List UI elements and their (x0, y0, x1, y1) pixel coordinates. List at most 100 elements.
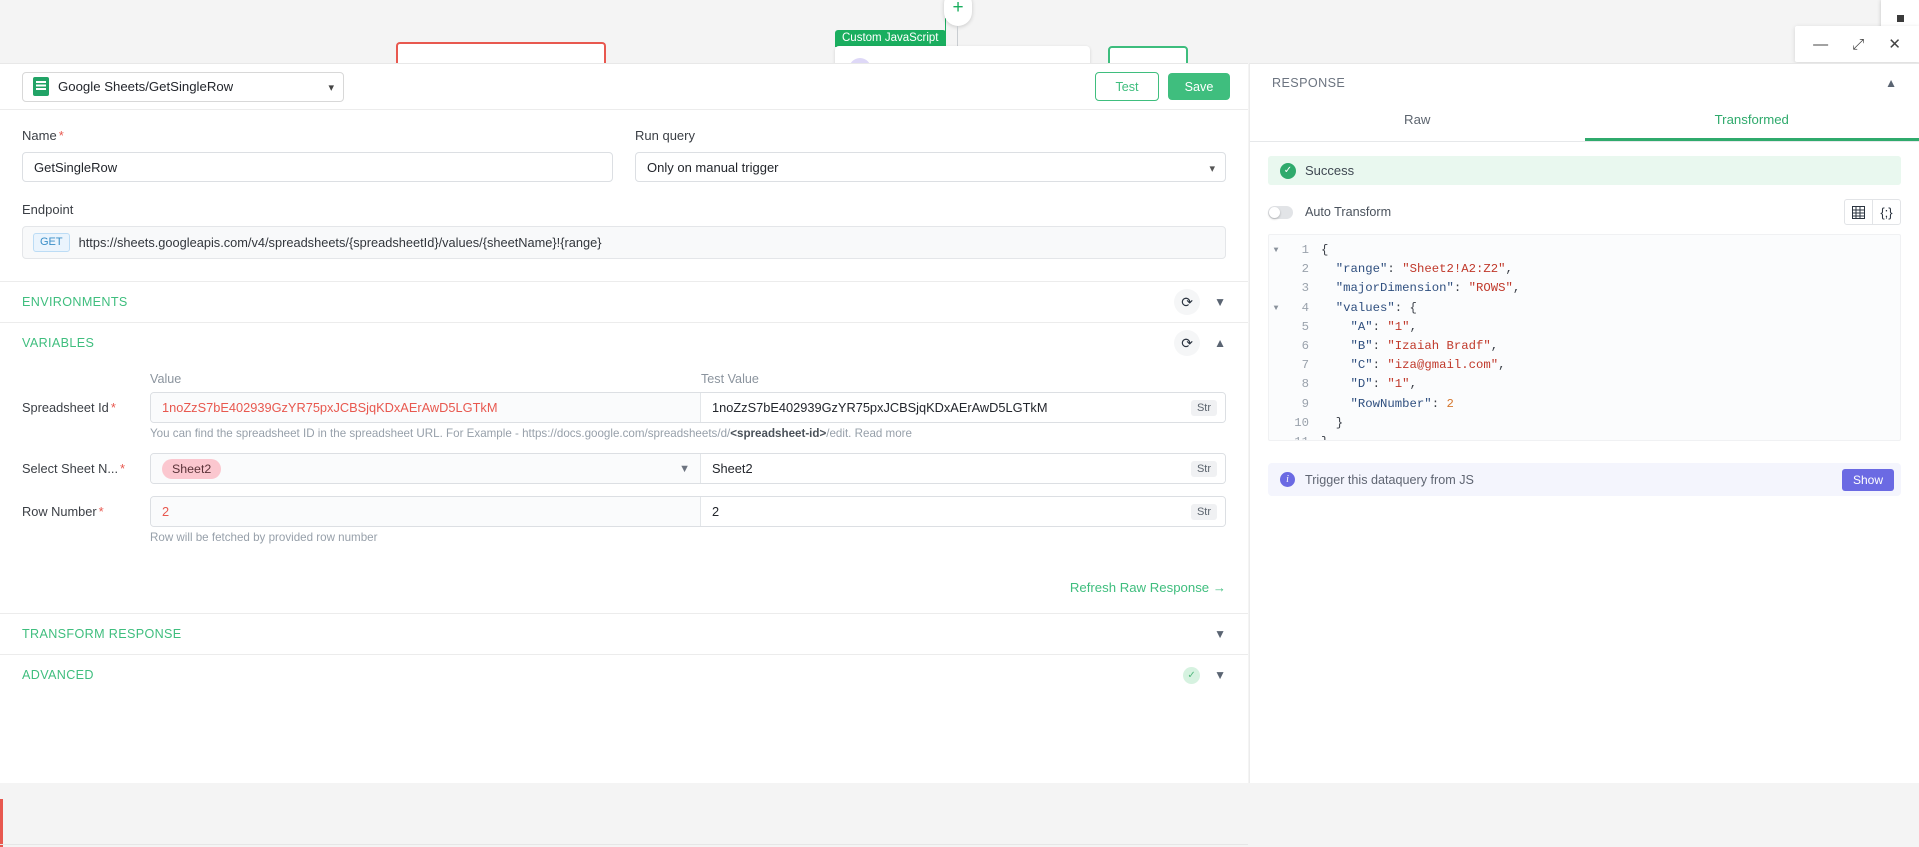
section-variables-icons: ⟳ ▲ (1174, 330, 1226, 356)
variable-label: Spreadsheet Id* (22, 400, 150, 415)
chevron-up-icon[interactable]: ▲ (1214, 337, 1226, 349)
endpoint-bar[interactable]: GET https://sheets.googleapis.com/v4/spr… (22, 226, 1226, 259)
name-input[interactable] (22, 152, 613, 182)
variable-test-value-text: 2 (712, 504, 719, 519)
variables-header-row: Value Test Value (22, 363, 1226, 392)
response-status-bar: ✓ Success (1268, 156, 1901, 185)
status-badge: Success (1305, 163, 1354, 178)
variable-row-spreadsheet-id: Spreadsheet Id* 1noZzS7bE402939GzYR75pxJ… (22, 392, 1226, 423)
fold-toggle-icon[interactable]: ▼ (1269, 299, 1283, 318)
error-indicator-strip (0, 799, 3, 847)
code-line: 7 "C": "iza@gmail.com", (1269, 356, 1900, 375)
run-query-select[interactable] (635, 152, 1226, 182)
json-view-icon[interactable]: {;} (1872, 200, 1900, 224)
test-button[interactable]: Test (1095, 72, 1159, 101)
variable-test-value-input[interactable]: Sheet2 Str (701, 454, 1225, 483)
datasource-select[interactable]: Google Sheets/GetSingleRow ▾ (22, 72, 344, 102)
line-number: 5 (1283, 318, 1321, 337)
variable-value-text: 2 (162, 504, 169, 519)
variable-value-text: 1noZzS7bE402939GzYR75pxJCBSjqKDxAErAwD5L… (162, 400, 497, 415)
response-panel: RESPONSE ▲ Raw Transformed ✓ Success Aut… (1249, 63, 1919, 783)
fold-toggle-icon[interactable]: ▼ (1269, 241, 1283, 260)
section-environments-title: ENVIRONMENTS (22, 295, 128, 309)
response-header[interactable]: RESPONSE ▲ (1250, 64, 1919, 102)
tab-raw[interactable]: Raw (1250, 102, 1585, 141)
chevron-down-icon: ▾ (328, 81, 334, 94)
code-text: "RowNumber": 2 (1321, 395, 1454, 414)
response-title: RESPONSE (1272, 76, 1345, 90)
refresh-raw-response-link[interactable]: Refresh Raw Response → (1070, 580, 1226, 595)
variable-value-dropdown[interactable]: Sheet2 ▼ (151, 454, 701, 483)
code-line: 3 "majorDimension": "ROWS", (1269, 279, 1900, 298)
line-number: 4 (1283, 299, 1321, 318)
form-row-top: Name* Run query ▾ (22, 128, 1226, 182)
code-line: ▼1{ (1269, 241, 1900, 260)
run-query-select-wrap: ▾ (635, 152, 1226, 182)
section-environments[interactable]: ENVIRONMENTS ⟳ ▼ (0, 281, 1248, 322)
section-advanced-icons: ✓ ▼ (1183, 667, 1226, 684)
chevron-down-icon[interactable]: ▼ (1214, 669, 1226, 681)
query-editor-panel: Google Sheets/GetSingleRow ▾ Test Save N… (0, 63, 1248, 783)
chevron-down-icon[interactable]: ▼ (1214, 296, 1226, 308)
variable-test-value-input[interactable]: 1noZzS7bE402939GzYR75pxJCBSjqKDxAErAwD5L… (701, 393, 1225, 422)
helper-bold: <spreadsheet-id> (730, 427, 826, 440)
line-number: 3 (1283, 279, 1321, 298)
toolbar-actions: Test Save (1095, 72, 1230, 101)
section-environments-icons: ⟳ ▼ (1174, 289, 1226, 315)
code-text: "majorDimension": "ROWS", (1321, 279, 1520, 298)
chevron-down-icon[interactable]: ▼ (679, 463, 690, 475)
trigger-info-text: Trigger this dataquery from JS (1305, 473, 1474, 487)
minimize-icon[interactable]: — (1813, 37, 1828, 52)
restore-icon (1897, 15, 1904, 22)
trigger-from-js-bar: i Trigger this dataquery from JS Show (1268, 463, 1901, 496)
response-tabs: Raw Transformed (1250, 102, 1919, 142)
canvas-connector-2 (957, 26, 958, 46)
divider (0, 844, 1248, 845)
code-line: 5 "A": "1", (1269, 318, 1900, 337)
section-advanced-title: ADVANCED (22, 668, 94, 682)
auto-transform-toggle[interactable] (1268, 206, 1293, 219)
query-editor-screen: + Custom JavaScript — ⤢ ✕ Google Sheets/… (0, 0, 1919, 783)
variable-helper-spreadsheet-id: You can find the spreadsheet ID in the s… (150, 427, 1226, 440)
code-line: 11} (1269, 433, 1900, 441)
variable-controls: Sheet2 ▼ Sheet2 Str (150, 453, 1226, 484)
datasource-label: Google Sheets/GetSingleRow (58, 79, 233, 94)
chevron-down-icon[interactable]: ▼ (1214, 628, 1226, 640)
add-node-button[interactable]: + (944, 0, 972, 26)
editor-toolbar: Google Sheets/GetSingleRow ▾ Test Save (0, 64, 1248, 110)
section-transform-response[interactable]: TRANSFORM RESPONSE ▼ (0, 613, 1248, 654)
variable-value-input[interactable]: 1noZzS7bE402939GzYR75pxJCBSjqKDxAErAwD5L… (151, 393, 701, 422)
type-badge: Str (1191, 504, 1217, 520)
response-code-viewer[interactable]: ▼1{ 2 "range": "Sheet2!A2:Z2", 3 "majorD… (1268, 234, 1901, 441)
section-variables-title: VARIABLES (22, 336, 94, 350)
variable-test-value-text: Sheet2 (712, 461, 753, 476)
canvas-node-selected[interactable] (396, 42, 606, 64)
required-asterisk: * (99, 504, 104, 519)
success-check-icon: ✓ (1280, 163, 1296, 179)
section-transform-response-icons: ▼ (1214, 628, 1226, 640)
code-line: ▼4 "values": { (1269, 299, 1900, 318)
variable-helper-row-number: Row will be fetched by provided row numb… (150, 531, 1226, 544)
section-advanced[interactable]: ADVANCED ✓ ▼ (0, 654, 1248, 695)
line-number: 7 (1283, 356, 1321, 375)
code-text: "range": "Sheet2!A2:Z2", (1321, 260, 1513, 279)
chevron-up-icon[interactable]: ▲ (1885, 77, 1897, 89)
tab-transformed[interactable]: Transformed (1585, 102, 1919, 141)
variable-test-value-input[interactable]: 2 Str (701, 497, 1225, 526)
name-label: Name* (22, 128, 613, 143)
variable-label: Row Number* (22, 504, 150, 519)
save-button[interactable]: Save (1168, 73, 1230, 100)
refresh-icon[interactable]: ⟳ (1174, 289, 1200, 315)
maximize-icon[interactable]: ⤢ (1852, 37, 1864, 52)
show-button[interactable]: Show (1842, 469, 1894, 491)
code-line: 2 "range": "Sheet2!A2:Z2", (1269, 260, 1900, 279)
http-method-badge: GET (33, 233, 70, 252)
trigger-info-left: i Trigger this dataquery from JS (1280, 472, 1474, 487)
close-icon[interactable]: ✕ (1888, 37, 1901, 52)
refresh-icon[interactable]: ⟳ (1174, 330, 1200, 356)
table-view-icon[interactable] (1845, 200, 1872, 224)
section-variables[interactable]: VARIABLES ⟳ ▲ (0, 322, 1248, 363)
variable-value-input[interactable]: 2 (151, 497, 701, 526)
query-form: Name* Run query ▾ Endpoint GET https://s… (0, 110, 1248, 259)
section-transform-response-title: TRANSFORM RESPONSE (22, 627, 182, 641)
